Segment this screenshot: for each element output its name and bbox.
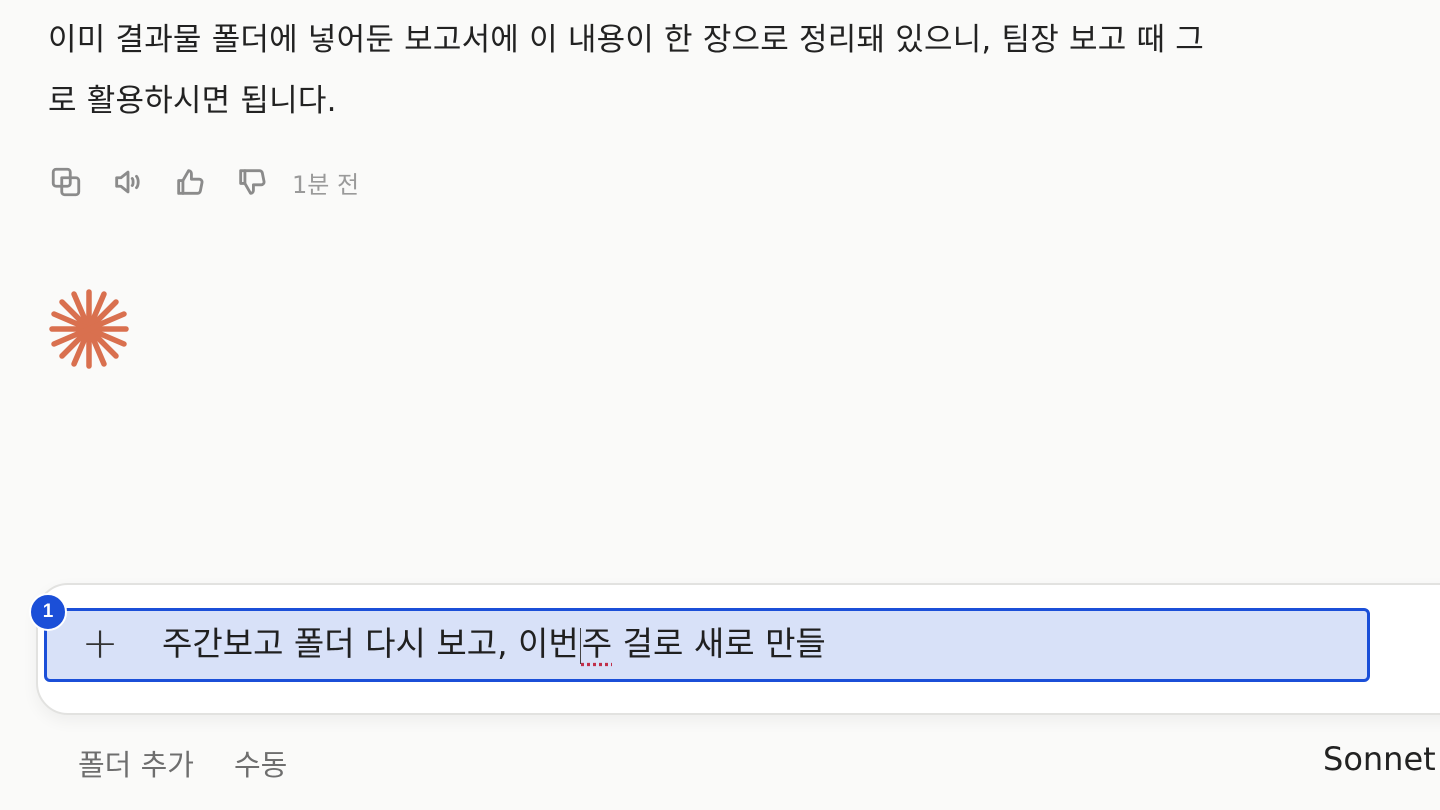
composer-toolbar: 폴더 추가 수동 [78,738,327,788]
manual-mode-button[interactable]: 수동 [234,742,287,784]
message-actions: 1분 전 [46,160,359,204]
text-cursor [579,627,581,664]
model-selector[interactable]: Sonnet [1323,740,1436,778]
thumbs-down-icon[interactable] [232,162,272,202]
speaker-icon[interactable] [108,162,148,202]
add-attachment-button[interactable]: + [78,620,122,668]
input-text-part-3: 걸로 새로 만들 [612,624,826,663]
add-folder-button[interactable]: 폴더 추가 [78,742,194,784]
thumbs-up-icon[interactable] [170,162,210,202]
step-badge: 1 [29,593,67,631]
sparkle-asterisk-icon [44,284,134,374]
copy-icon[interactable] [46,162,86,202]
chat-page: 이미 결과물 폴더에 넣어둔 보고서에 이 내용이 한 장으로 정리돼 있으니,… [0,0,1440,810]
input-text-part-2: 주 [581,624,613,663]
message-line-2: 로 활용하시면 됩니다. [48,83,337,119]
message-input[interactable]: 주간보고 폴더 다시 보고, 이번주 걸로 새로 만들 [162,619,826,669]
assistant-message: 이미 결과물 폴더에 넣어둔 보고서에 이 내용이 한 장으로 정리돼 있으니,… [48,10,1440,132]
input-text-part-1: 주간보고 폴더 다시 보고, 이번 [162,624,579,663]
message-line-1: 이미 결과물 폴더에 넣어둔 보고서에 이 내용이 한 장으로 정리돼 있으니,… [48,22,1205,58]
message-timestamp: 1분 전 [292,170,360,199]
